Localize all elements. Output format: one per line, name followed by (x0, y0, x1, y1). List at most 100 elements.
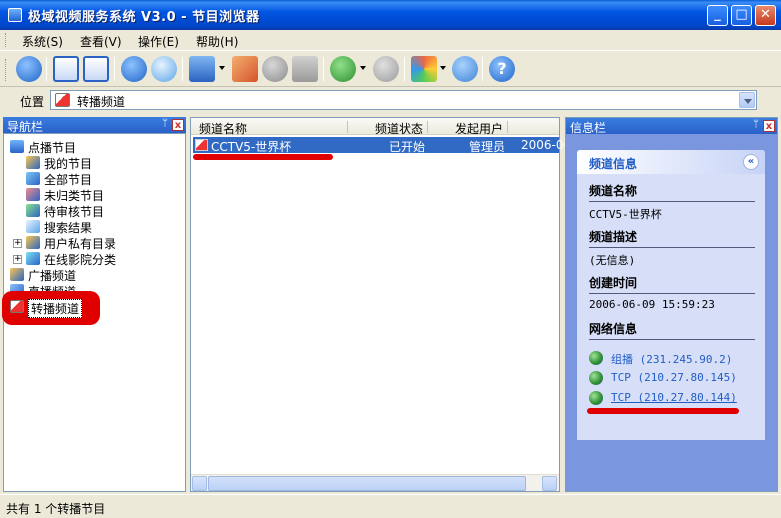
expand-icon[interactable]: + (13, 255, 22, 264)
stop-icon[interactable] (262, 56, 288, 82)
status-text: 共有 1 个转播节目 (6, 502, 106, 516)
channel-name-value: CCTV5-世界杯 (589, 208, 662, 221)
toolbar-separator (404, 57, 405, 81)
divider (589, 247, 755, 248)
play-icon[interactable] (330, 56, 356, 82)
row-channel-name: CCTV5-世界杯 (211, 140, 292, 154)
collapse-icon[interactable]: « (743, 154, 759, 170)
pin-icon[interactable]: ᛘ (162, 118, 168, 129)
tree-label: 全部节目 (44, 173, 93, 187)
network-globe-icon (589, 371, 603, 385)
close-button[interactable]: ✕ (755, 5, 776, 26)
relay-channel-icon (10, 300, 24, 313)
close-icon[interactable]: x (763, 120, 775, 132)
column-header[interactable]: 频道状态 (375, 120, 423, 137)
list-view-icon[interactable] (83, 56, 109, 82)
horizontal-scrollbar[interactable] (191, 474, 559, 491)
folder-icon (26, 236, 40, 249)
network-link-text: TCP (210.27.80.144) (611, 391, 737, 404)
address-value: 转播频道 (77, 95, 126, 109)
channel-desc-value: (无信息) (589, 254, 636, 267)
dropdown-arrow-icon[interactable] (219, 66, 225, 70)
pin-icon[interactable]: ᛘ (753, 119, 759, 130)
maximize-button[interactable]: □ (731, 5, 752, 26)
search-icon[interactable] (151, 56, 177, 82)
export-icon[interactable] (232, 56, 258, 82)
created-time-label: 创建时间 (589, 276, 638, 290)
split-view-icon[interactable] (53, 56, 79, 82)
divider (589, 293, 755, 294)
video-icon[interactable] (189, 56, 215, 82)
tree-label: 搜索结果 (44, 221, 93, 235)
tree-label: 点播节目 (28, 141, 77, 155)
tree-label: 转播频道 (28, 299, 83, 318)
app-icon (8, 8, 22, 22)
toolbar-grip-icon (5, 59, 8, 81)
folder-icon (10, 140, 24, 153)
dropdown-arrow-icon[interactable] (360, 66, 366, 70)
relay-channel-icon (55, 93, 70, 107)
tree-label: 广播频道 (28, 269, 77, 283)
scroll-thumb[interactable] (208, 476, 526, 491)
up-icon[interactable] (121, 56, 147, 82)
broadcast-icon (10, 268, 24, 281)
column-divider[interactable] (427, 121, 428, 133)
toolbar-separator (46, 57, 47, 81)
address-label: 位置 (20, 95, 45, 109)
divider (589, 339, 755, 340)
nav-panel-header: 导航栏 ᛘ x (3, 117, 186, 134)
address-input[interactable]: 转播频道 (50, 90, 757, 110)
dropdown-arrow-icon[interactable] (440, 66, 446, 70)
row-user: 管理员 (469, 140, 506, 154)
channel-name-label: 频道名称 (589, 184, 638, 198)
home-icon[interactable] (292, 56, 318, 82)
back-icon[interactable] (16, 56, 42, 82)
channel-list: 频道名称 频道状态 发起用户 CCTV5-世界杯 已开始 管理员 2006-06 (190, 117, 571, 492)
toolbar-separator (182, 57, 183, 81)
tree-label: 在线影院分类 (44, 253, 117, 267)
column-divider[interactable] (507, 121, 508, 133)
menu-operate[interactable]: 操作(E) (138, 33, 179, 50)
program-icon (26, 204, 40, 217)
channel-info-card: 频道信息 « 频道名称 CCTV5-世界杯 频道描述 (无信息) 创建时间 20… (577, 150, 765, 440)
minimize-button[interactable]: _ (707, 5, 728, 26)
annotation-marker (587, 408, 739, 414)
column-divider[interactable] (347, 121, 348, 133)
program-icon (26, 188, 40, 201)
channel-info-header[interactable]: 频道信息 « (577, 150, 765, 174)
menu-help[interactable]: 帮助(H) (196, 33, 238, 50)
toolbar-separator (323, 57, 324, 81)
check-icon[interactable] (373, 56, 399, 82)
help-icon[interactable]: ? (489, 56, 515, 82)
created-time-value: 2006-06-09 15:59:23 (589, 298, 715, 311)
tree-label: 待审核节目 (44, 205, 105, 219)
network-globe-icon (589, 351, 603, 365)
folder-icon (26, 252, 40, 265)
title-bar: 极域视频服务系统 V3.0 - 节目浏览器 _ □ ✕ (0, 0, 781, 30)
menu-view[interactable]: 查看(V) (80, 33, 122, 50)
info-panel-header: 信息栏 ᛘ x (566, 118, 777, 135)
column-header[interactable]: 频道名称 (199, 120, 247, 137)
toolbar-separator (114, 57, 115, 81)
program-icon (26, 172, 40, 185)
table-row[interactable]: CCTV5-世界杯 已开始 管理员 2006-06 (193, 137, 571, 154)
close-icon[interactable]: x (172, 119, 184, 131)
scroll-right-icon[interactable] (542, 476, 557, 491)
info-panel-title: 信息栏 (570, 121, 607, 135)
scroll-left-icon[interactable] (192, 476, 207, 491)
program-icon (26, 156, 40, 169)
network-link-text: 组播 (231.245.90.2) (611, 353, 733, 366)
grid-icon[interactable] (411, 56, 437, 82)
toolbar: ? (0, 51, 781, 87)
tree-label: 用户私有目录 (44, 237, 117, 251)
chevron-down-icon[interactable] (739, 92, 755, 108)
refresh-icon[interactable] (452, 56, 478, 82)
menu-system[interactable]: 系统(S) (22, 33, 63, 50)
row-status: 已开始 (389, 140, 426, 154)
info-panel: 信息栏 ᛘ x 频道信息 « 频道名称 CCTV5-世界杯 频道描述 (无信息)… (565, 117, 778, 492)
expand-icon[interactable]: + (13, 239, 22, 248)
address-bar: 位置 转播频道 (0, 88, 781, 112)
column-header[interactable]: 发起用户 (455, 120, 503, 137)
menu-grip-icon (5, 33, 8, 47)
network-info-label: 网络信息 (589, 322, 638, 336)
